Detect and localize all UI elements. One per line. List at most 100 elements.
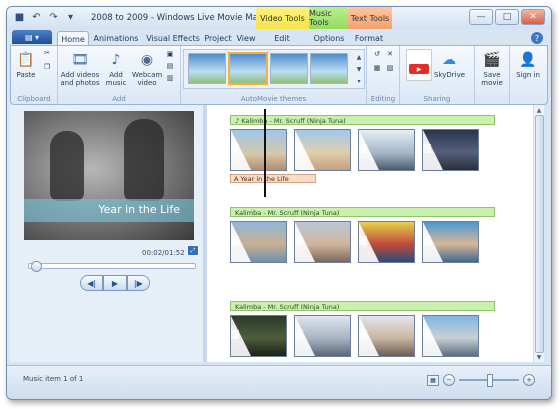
storyboard-pane: ♪ Kalimba - Mr. Scruff (Ninja Tuna) A Ye… — [207, 105, 544, 362]
video-clip[interactable] — [358, 315, 415, 357]
theme-thumbnail[interactable] — [270, 53, 308, 84]
copy-button[interactable]: ❐ — [41, 63, 53, 71]
tab-visual-effects[interactable]: Visual Effects — [145, 31, 201, 45]
rotate-left-button[interactable]: ↺ — [371, 50, 383, 58]
preview-subject — [124, 119, 164, 201]
select-all-button[interactable]: ▦ — [371, 64, 383, 72]
app-menu-button[interactable]: ▤ ▾ — [12, 30, 52, 44]
context-tab-music-tools[interactable]: Music Tools — [309, 7, 348, 29]
scroll-thumb[interactable] — [535, 115, 544, 353]
webcam-video-button[interactable]: ◉ Webcam video — [132, 50, 162, 87]
video-clip[interactable] — [294, 129, 351, 171]
add-videos-button[interactable]: 🎞 Add videos and photos — [60, 50, 100, 87]
tab-format[interactable]: Format — [352, 31, 386, 45]
sharing-group-label: Sharing — [423, 95, 451, 103]
thumbnail-size-icon[interactable]: ▦ — [427, 374, 439, 386]
rotate-right-button[interactable]: ✕ — [384, 50, 396, 58]
music-clip[interactable]: Kalimba - Mr. Scruff (Ninja Tuna) — [230, 301, 495, 311]
tab-project[interactable]: Project — [203, 31, 233, 45]
video-clip[interactable] — [230, 129, 287, 171]
fullscreen-icon[interactable]: ⤢ — [187, 245, 199, 256]
context-tab-video-tools[interactable]: Video Tools — [256, 7, 309, 29]
video-clip[interactable] — [230, 315, 287, 357]
video-clip[interactable] — [358, 221, 415, 263]
video-clip[interactable] — [230, 221, 287, 263]
video-clip[interactable] — [422, 221, 479, 263]
zoom-slider[interactable] — [459, 374, 519, 387]
undo-icon[interactable]: ↶ — [30, 11, 43, 24]
tab-edit[interactable]: Edit — [269, 31, 295, 45]
save-movie-button[interactable]: 🎬 Save movie — [478, 50, 506, 87]
cut-icon: ✂ — [44, 49, 50, 57]
caption-button[interactable]: ▤ — [164, 62, 176, 70]
remove-button[interactable]: ▨ — [384, 64, 396, 72]
seek-bar[interactable] — [28, 261, 196, 272]
cut-button[interactable]: ✂ — [41, 49, 53, 57]
save-movie-icon: 🎬 — [483, 52, 501, 68]
caption-icon: ▤ — [166, 62, 174, 70]
youtube-button[interactable]: ▶ — [406, 49, 432, 81]
dropdown-icon[interactable]: ▾ — [64, 11, 77, 24]
zoom-controls: ▦ − + — [427, 374, 535, 387]
automovie-group-label: AutoMovie themes — [240, 95, 307, 103]
scroll-down-icon[interactable]: ▼ — [534, 352, 544, 362]
transition-marker — [423, 316, 443, 356]
theme-thumbnail[interactable] — [188, 53, 226, 84]
add-music-button[interactable]: ♪ Add music — [102, 50, 130, 87]
window-controls: — □ ✕ — [469, 9, 545, 25]
previous-frame-button[interactable]: ◀| — [80, 275, 104, 291]
tab-view[interactable]: View — [235, 31, 257, 45]
music-clip-label: Kalimba - Mr. Scruff (Ninja Tuna) — [241, 117, 346, 125]
gallery-scroll[interactable]: ▲ ▼ ▾ — [355, 52, 363, 88]
paste-icon: 📋 — [17, 52, 35, 68]
video-clip[interactable] — [422, 315, 479, 357]
music-clip[interactable]: Kalimba - Mr. Scruff (Ninja Tuna) — [230, 207, 495, 217]
preview-monitor[interactable]: Year in the Life — [24, 111, 194, 240]
video-clip[interactable] — [358, 129, 415, 171]
redo-icon[interactable]: ↷ — [47, 11, 60, 24]
tab-options[interactable]: Options — [313, 31, 345, 45]
title-button[interactable]: ▣ — [164, 50, 176, 58]
credits-button[interactable]: ▥ — [164, 74, 176, 82]
paste-button[interactable]: 📋 Paste — [15, 50, 37, 79]
context-tab-text-tools[interactable]: Text Tools — [348, 7, 392, 29]
preview-caption: Year in the Life — [98, 203, 180, 216]
seek-thumb[interactable] — [31, 261, 42, 272]
play-button[interactable]: ▶ — [103, 275, 127, 291]
music-clip[interactable]: ♪ Kalimba - Mr. Scruff (Ninja Tuna) — [230, 115, 495, 125]
video-clip[interactable] — [294, 221, 351, 263]
add-group-label: Add — [112, 95, 126, 103]
playhead[interactable] — [264, 109, 266, 197]
tab-animations[interactable]: Animations — [91, 31, 141, 45]
skydrive-icon: ☁ — [442, 52, 456, 68]
next-frame-button[interactable]: |▶ — [126, 275, 150, 291]
maximize-button[interactable]: □ — [495, 9, 519, 25]
text-clip[interactable]: A Year in the Life — [230, 174, 316, 183]
remove-icon: ▨ — [386, 64, 394, 72]
webcam-label: Webcam video — [132, 71, 163, 87]
video-clip[interactable] — [294, 315, 351, 357]
sign-in-button[interactable]: 👤 Sign in — [514, 50, 542, 79]
save-icon[interactable]: ■ — [13, 11, 26, 24]
quick-access-toolbar: ■ ↶ ↷ ▾ — [13, 11, 77, 24]
theme-thumbnail-selected[interactable] — [228, 52, 268, 85]
credits-icon: ▥ — [166, 74, 174, 82]
webcam-icon: ◉ — [140, 52, 154, 68]
skydrive-button[interactable]: ☁ SkyDrive — [434, 50, 466, 79]
transition-marker — [231, 130, 251, 170]
storyboard-scrollbar[interactable]: ▲ ▼ — [533, 105, 544, 362]
minimize-button[interactable]: — — [469, 9, 493, 25]
transition-marker — [423, 130, 443, 170]
zoom-in-button[interactable]: + — [523, 374, 535, 386]
zoom-slider-thumb[interactable] — [487, 374, 493, 387]
zoom-out-button[interactable]: − — [443, 374, 455, 386]
video-clip[interactable] — [422, 129, 479, 171]
skydrive-label: SkyDrive — [434, 71, 466, 79]
theme-thumbnail[interactable] — [310, 53, 348, 84]
scroll-up-icon[interactable]: ▲ — [534, 105, 544, 115]
app-menu-icon: ▤ ▾ — [24, 32, 40, 42]
tab-home[interactable]: Home — [57, 31, 89, 46]
help-icon[interactable]: ? — [531, 32, 543, 44]
save-movie-label: Save movie — [481, 71, 503, 87]
close-button[interactable]: ✕ — [521, 9, 545, 25]
